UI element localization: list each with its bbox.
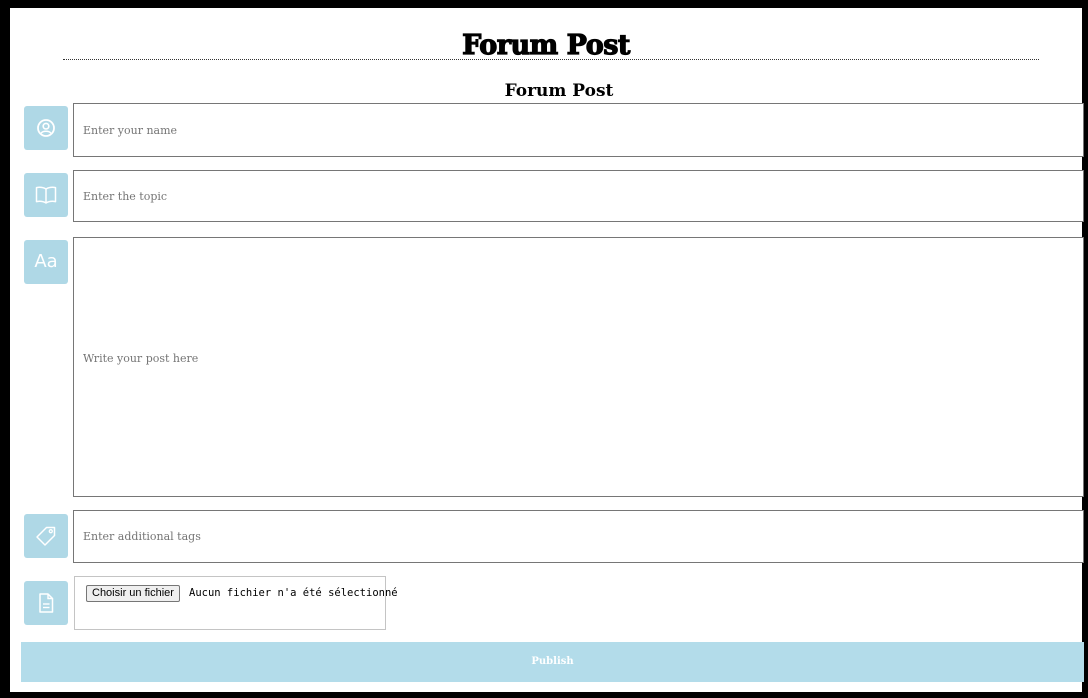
text-format-icon-label: Aa (34, 251, 58, 272)
tags-input[interactable] (73, 510, 1084, 563)
post-textarea[interactable] (73, 237, 1084, 497)
document-icon (24, 581, 68, 625)
name-input[interactable] (73, 103, 1084, 157)
publish-button[interactable]: Publish (21, 642, 1084, 682)
choose-file-button[interactable]: Choisir un fichier (86, 585, 180, 602)
text-format-icon: Aa (24, 240, 68, 284)
page-title: Forum Post (461, 29, 630, 61)
file-status-text: Aucun fichier n'a été sélectionné (189, 587, 398, 599)
topic-input[interactable] (73, 170, 1084, 222)
file-upload-field: Choisir un fichier Aucun fichier n'a été… (74, 576, 398, 630)
tag-icon (24, 514, 68, 558)
user-circle-icon (24, 106, 68, 150)
open-book-icon (24, 173, 68, 217)
form-title: Forum Post (504, 81, 614, 101)
page-frame: Forum Post Forum Post Aa (0, 0, 1088, 698)
title-divider (63, 59, 1039, 60)
